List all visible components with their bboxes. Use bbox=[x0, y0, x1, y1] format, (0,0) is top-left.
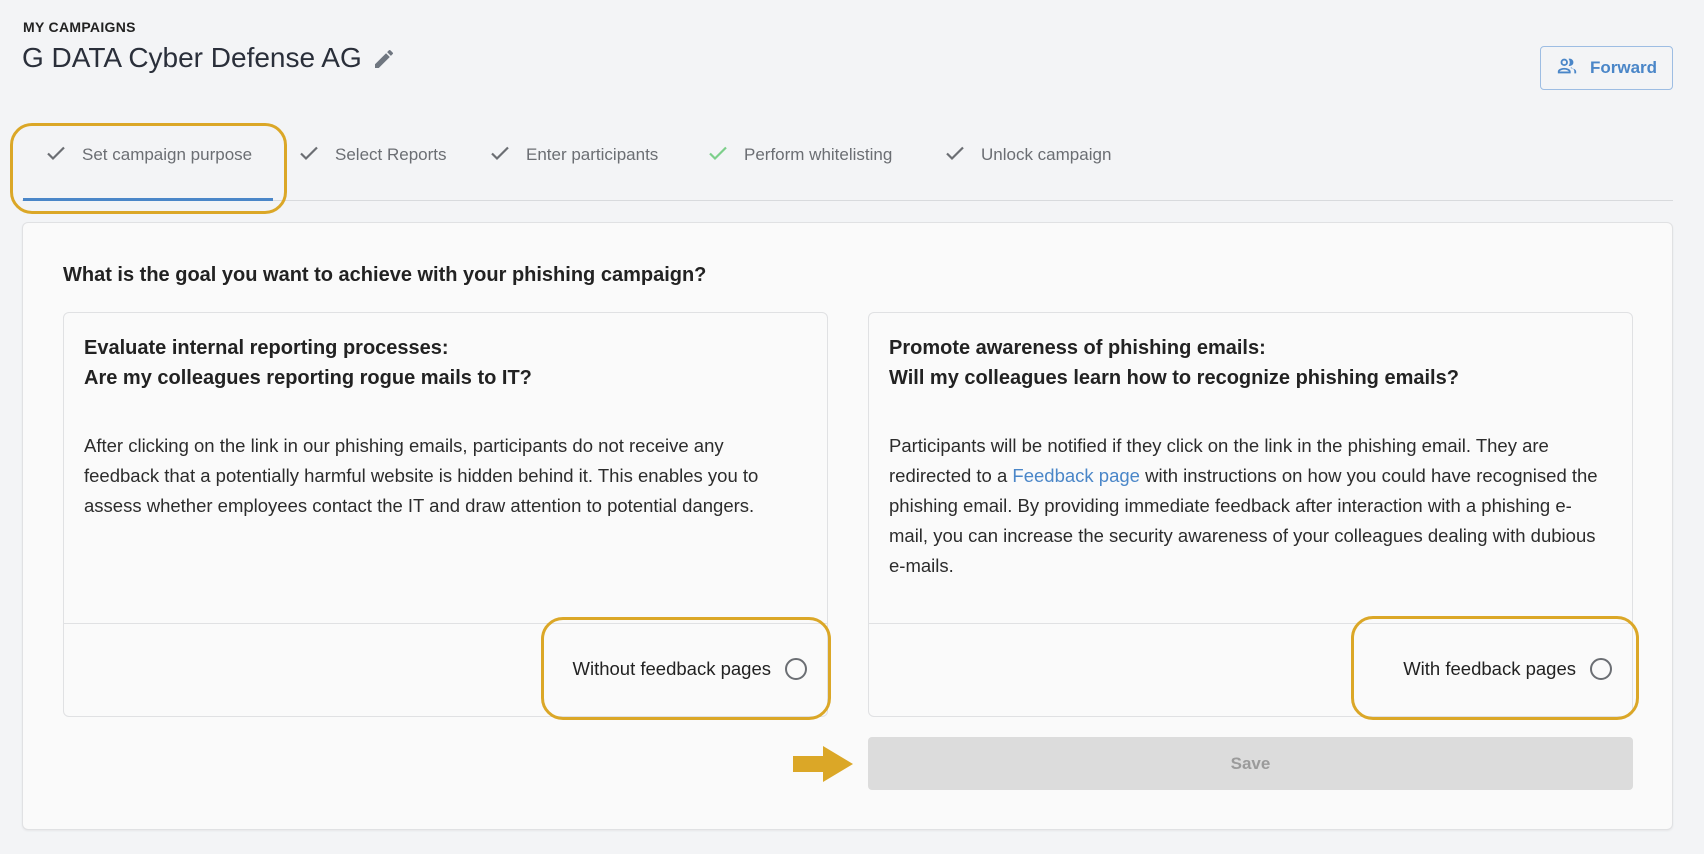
radio-button[interactable] bbox=[1590, 658, 1612, 680]
check-icon bbox=[44, 141, 68, 170]
breadcrumb-my-campaigns[interactable]: MY CAMPAIGNS bbox=[23, 19, 136, 35]
radio-button[interactable] bbox=[785, 658, 807, 680]
campaign-name: G DATA Cyber Defense AG bbox=[22, 42, 362, 73]
tab-label: Unlock campaign bbox=[981, 145, 1112, 164]
tab-label: Perform whitelisting bbox=[744, 145, 893, 164]
check-icon bbox=[488, 141, 512, 170]
option-heading-line2: Will my colleagues learn how to recogniz… bbox=[889, 367, 1459, 389]
check-icon bbox=[943, 141, 967, 170]
option-heading: Promote awareness of phishing emails: Wi… bbox=[889, 333, 1612, 393]
active-tab-indicator bbox=[23, 198, 273, 201]
option-footer-divider bbox=[869, 623, 1632, 624]
tab-label: Set campaign purpose bbox=[82, 145, 253, 164]
forward-button-label: Forward bbox=[1589, 58, 1658, 77]
option-heading-line2: Are my colleagues reporting rogue mails … bbox=[84, 367, 532, 389]
radio-without-feedback-pages[interactable]: Without feedback pages bbox=[572, 658, 807, 680]
forward-button[interactable]: Forward bbox=[1540, 46, 1673, 90]
tab-select-reports[interactable]: Select Reports bbox=[297, 138, 447, 172]
pencil-icon[interactable] bbox=[372, 46, 396, 70]
tab-set-campaign-purpose[interactable]: Set campaign purpose bbox=[44, 138, 252, 172]
option-description: Participants will be notified if they cl… bbox=[889, 431, 1606, 581]
goal-question: What is the goal you want to achieve wit… bbox=[63, 264, 707, 286]
check-icon bbox=[706, 141, 730, 170]
arrow-annotation-icon bbox=[793, 746, 853, 782]
option-heading: Evaluate internal reporting processes: A… bbox=[84, 333, 807, 393]
option-heading-line1: Evaluate internal reporting processes: bbox=[84, 337, 449, 359]
option-heading-line1: Promote awareness of phishing emails: bbox=[889, 337, 1266, 359]
users-icon bbox=[1556, 55, 1578, 82]
option-card-with-feedback[interactable]: Promote awareness of phishing emails: Wi… bbox=[868, 312, 1633, 717]
option-card-without-feedback[interactable]: Evaluate internal reporting processes: A… bbox=[63, 312, 828, 717]
tab-label: Enter participants bbox=[526, 145, 659, 164]
page-title: G DATA Cyber Defense AG bbox=[22, 42, 396, 74]
tab-label: Select Reports bbox=[335, 145, 447, 164]
option-description: After clicking on the link in our phishi… bbox=[84, 435, 759, 516]
option-footer-divider bbox=[64, 623, 827, 624]
tab-enter-participants[interactable]: Enter participants bbox=[488, 138, 658, 172]
radio-label: Without feedback pages bbox=[572, 658, 772, 679]
radio-label: With feedback pages bbox=[1403, 658, 1576, 679]
radio-with-feedback-pages[interactable]: With feedback pages bbox=[1403, 658, 1612, 680]
feedback-page-link[interactable]: Feedback page bbox=[1012, 465, 1140, 486]
tab-perform-whitelisting[interactable]: Perform whitelisting bbox=[706, 138, 892, 172]
save-button[interactable]: Save bbox=[868, 737, 1633, 790]
check-icon bbox=[297, 141, 321, 170]
tab-unlock-campaign[interactable]: Unlock campaign bbox=[943, 138, 1111, 172]
